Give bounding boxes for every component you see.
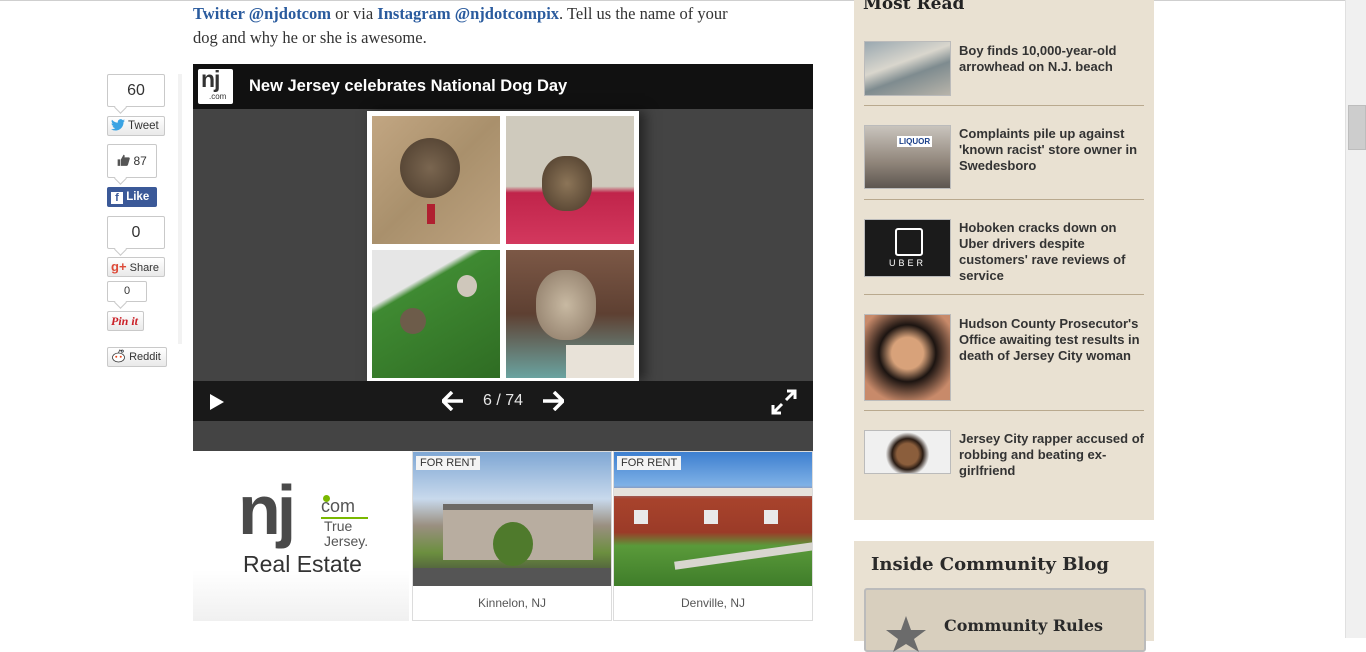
facebook-count-value: 87 <box>133 154 147 168</box>
pinterest-pin-label: Pin it <box>111 314 139 328</box>
scrollbar-thumb[interactable] <box>1348 105 1366 150</box>
liquor-sign: LIQUOR <box>897 136 933 147</box>
divider <box>864 105 1144 106</box>
tweet-label: Tweet <box>128 120 159 132</box>
reddit-button[interactable]: Reddit <box>107 347 167 367</box>
headline-link[interactable]: Complaints pile up against 'known racist… <box>959 126 1145 174</box>
thumbs-up-icon <box>117 154 130 166</box>
facebook-like-label: Like <box>126 191 150 203</box>
divider <box>864 294 1144 295</box>
play-icon[interactable] <box>208 393 226 411</box>
twitter-bird-icon <box>111 119 125 131</box>
real-estate-tagline-1: True <box>324 518 353 534</box>
photo-gallery: nj .com New Jersey celebrates National D… <box>193 64 813 451</box>
intro-text-line2: dog and why he or she is awesome. <box>193 28 427 47</box>
twitter-link[interactable]: Twitter @njdotcom <box>193 4 331 23</box>
intro-text-mid: or via <box>331 4 378 23</box>
headline-thumbnail: UBER <box>864 219 951 277</box>
listing-location: Denville, NJ <box>680 596 746 610</box>
facebook-like-button[interactable]: f Like <box>107 187 157 207</box>
listing-card-kinnelon[interactable]: FOR RENT Kinnelon, NJ <box>412 451 612 621</box>
headline-link[interactable]: Boy finds 10,000-year-old arrowhead on N… <box>959 43 1145 75</box>
headline-link[interactable]: Hoboken cracks down on Uber drivers desp… <box>959 220 1145 284</box>
most-read-panel: Most Read Boy finds 10,000-year-old arro… <box>854 0 1154 520</box>
listing-tag: FOR RENT <box>416 456 481 470</box>
real-estate-tagline-2: Jersey. <box>324 533 369 549</box>
previous-arrow-icon[interactable] <box>442 391 464 411</box>
nj-logo: nj .com <box>198 66 233 104</box>
headline-link[interactable]: Jersey City rapper accused of robbing an… <box>959 431 1145 479</box>
listing-photo-denville <box>614 452 812 586</box>
dog-photo-2 <box>506 116 634 244</box>
tweet-button[interactable]: Tweet <box>107 116 165 136</box>
real-estate-logo-com: com <box>321 496 356 516</box>
headline-thumbnail <box>864 430 951 474</box>
article-intro: Twitter @njdotcom or via Instagram @njdo… <box>193 2 813 50</box>
gplus-count: 0 <box>107 216 165 249</box>
next-arrow-icon[interactable] <box>542 391 564 411</box>
intro-text-rest: . Tell us the name of your <box>559 4 728 23</box>
nj-logo-text: nj <box>201 66 220 92</box>
reddit-label: Reddit <box>129 351 161 363</box>
listing-location: Kinnelon, NJ <box>477 596 547 610</box>
listing-card-denville[interactable]: FOR RENT Denville, NJ <box>613 451 813 621</box>
dog-photo-1 <box>372 116 500 244</box>
top-border <box>0 0 1366 1</box>
most-read-title: Most Read <box>863 0 965 14</box>
gallery-controls: 6 / 74 <box>193 381 813 421</box>
reddit-alien-icon <box>112 349 125 363</box>
community-blog-title: Inside Community Blog <box>871 554 1109 575</box>
gallery-title: New Jersey celebrates National Dog Day <box>249 77 568 95</box>
share-rail <box>178 74 182 344</box>
real-estate-ad: nj com True Jersey. Real Estate FOR RENT… <box>193 451 813 621</box>
gallery-header: nj .com New Jersey celebrates National D… <box>193 64 813 109</box>
headline-thumbnail: LIQUOR <box>864 125 951 189</box>
community-rules-box[interactable]: Community Rules <box>864 588 1146 652</box>
dog-photo-4 <box>506 250 634 378</box>
gallery-photo[interactable] <box>367 111 639 381</box>
dog-photo-3 <box>372 250 500 378</box>
divider <box>864 199 1144 200</box>
real-estate-logo[interactable]: nj com True Jersey. Real Estate <box>193 451 409 621</box>
page-scrollbar[interactable] <box>1345 0 1366 638</box>
facebook-count: 87 <box>107 144 157 178</box>
headline-thumbnail <box>864 314 951 401</box>
real-estate-logo-mark: nj <box>238 471 296 549</box>
community-blog-panel: Inside Community Blog Community Rules <box>854 541 1154 652</box>
divider <box>864 410 1144 411</box>
community-rules-label: Community Rules <box>944 616 1104 635</box>
headline-link[interactable]: Hudson County Prosecutor's Office awaiti… <box>959 316 1145 364</box>
listing-tag: FOR RENT <box>617 456 682 470</box>
fullscreen-icon[interactable] <box>771 389 797 415</box>
slide-counter: 6 / 74 <box>483 392 524 409</box>
gplus-share-label: Share <box>129 262 159 274</box>
pinterest-count: 0 <box>107 281 147 302</box>
real-estate-label: Real Estate <box>243 551 362 577</box>
gplus-share-button[interactable]: g+ Share <box>107 257 165 277</box>
nj-logo-sub: .com <box>209 92 227 101</box>
listing-photo-kinnelon <box>413 452 611 586</box>
gplus-icon: g+ <box>111 259 127 274</box>
facebook-icon: f <box>111 192 123 204</box>
uber-logo-text: UBER <box>888 258 926 268</box>
instagram-link[interactable]: Instagram @njdotcompix <box>377 4 559 23</box>
star-icon <box>886 616 926 652</box>
twitter-count: 60 <box>107 74 165 107</box>
headline-thumbnail <box>864 41 951 96</box>
pinterest-pin-button[interactable]: Pin it <box>107 311 145 331</box>
